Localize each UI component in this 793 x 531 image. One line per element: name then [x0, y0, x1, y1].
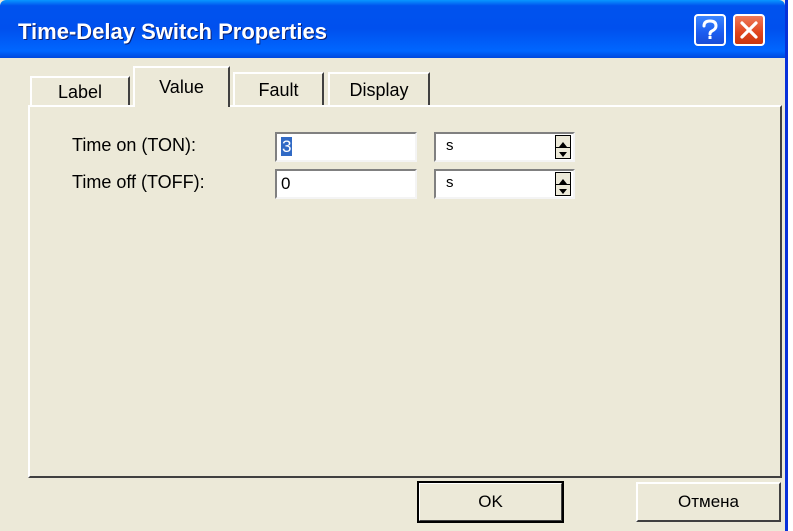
toff-unit-value: s — [446, 174, 454, 191]
ton-value: 3 — [281, 137, 293, 156]
toff-unit-spinner[interactable] — [555, 172, 571, 196]
question-mark-icon — [700, 19, 720, 41]
ton-input[interactable]: 3 — [275, 132, 417, 162]
dialog-window: Time-Delay Switch Properties Label Value… — [0, 0, 788, 531]
help-button[interactable] — [694, 14, 726, 46]
window-title: Time-Delay Switch Properties — [18, 19, 327, 44]
ton-unit-value: s — [446, 137, 454, 154]
tab-value[interactable]: Value — [133, 66, 230, 107]
ton-label: Time on (TON): — [72, 135, 197, 155]
tab-fault[interactable]: Fault — [233, 72, 324, 106]
ok-button[interactable]: OK — [417, 481, 564, 523]
toff-label: Time off (TOFF): — [72, 172, 205, 192]
ton-unit-spinner[interactable] — [555, 135, 571, 159]
tab-panel-value: Time on (TON): 3 s Time off (TOFF): 0 s — [28, 105, 782, 478]
toff-unit-select[interactable]: s — [434, 169, 575, 199]
spin-down-icon[interactable] — [556, 147, 570, 158]
tab-display[interactable]: Display — [328, 72, 430, 106]
spin-down-icon[interactable] — [556, 184, 570, 195]
close-x-icon — [739, 20, 759, 40]
close-button[interactable] — [733, 14, 765, 46]
toff-input[interactable]: 0 — [275, 169, 417, 199]
cancel-button[interactable]: Отмена — [636, 482, 781, 522]
title-bar[interactable]: Time-Delay Switch Properties — [0, 0, 785, 58]
ton-unit-select[interactable]: s — [434, 132, 575, 162]
tab-label[interactable]: Label — [30, 76, 130, 106]
toff-value: 0 — [281, 174, 291, 193]
